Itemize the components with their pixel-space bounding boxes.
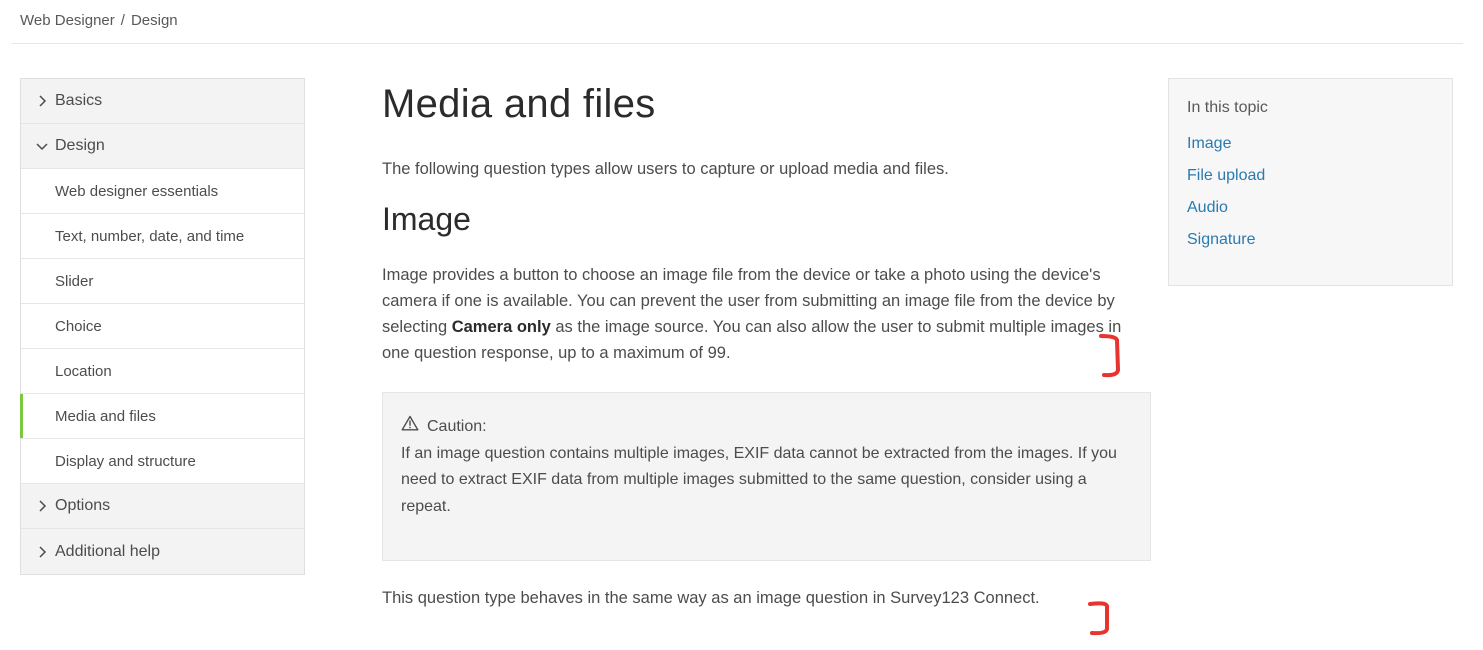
toc-link-file-upload[interactable]: File upload bbox=[1187, 167, 1434, 185]
sidebar-item-display-and-structure[interactable]: Display and structure bbox=[21, 439, 304, 484]
section-title-image: Image bbox=[382, 201, 471, 237]
camera-only-term: Camera only bbox=[451, 318, 551, 336]
breadcrumb-link-web-designer[interactable]: Web Designer bbox=[20, 12, 115, 29]
sidebar-item-label: Design bbox=[55, 137, 105, 154]
chevron-down-icon bbox=[33, 137, 51, 155]
sidebar-item-label: Text, number, date, and time bbox=[55, 227, 245, 245]
sidebar-item-location[interactable]: Location bbox=[21, 349, 304, 394]
toc-link-image[interactable]: Image bbox=[1187, 135, 1434, 153]
in-this-topic-panel: In this topic Image File upload Audio Si… bbox=[1168, 78, 1453, 286]
sidebar-item-design[interactable]: Design bbox=[21, 124, 304, 169]
sidebar-item-options[interactable]: Options bbox=[21, 484, 304, 529]
sidebar-item-label: Media and files bbox=[55, 407, 156, 425]
survey123-note: This question type behaves in the same w… bbox=[382, 589, 1040, 607]
caution-note: Caution: If an image question contains m… bbox=[382, 392, 1151, 561]
sidebar-item-web-designer-essentials[interactable]: Web designer essentials bbox=[21, 169, 304, 214]
intro-text: The following question types allow users… bbox=[382, 160, 949, 178]
breadcrumb-separator: / bbox=[120, 12, 125, 29]
sidebar-item-label: Web designer essentials bbox=[55, 182, 219, 200]
chevron-right-icon bbox=[33, 497, 51, 515]
chevron-right-icon bbox=[33, 543, 51, 561]
caution-text: If an image question contains multiple i… bbox=[401, 444, 1117, 515]
sidebar-item-label: Additional help bbox=[55, 542, 160, 560]
breadcrumb: Web Designer / Design bbox=[20, 12, 178, 29]
breadcrumb-link-design[interactable]: Design bbox=[131, 12, 178, 29]
toc-link-audio[interactable]: Audio bbox=[1187, 199, 1434, 217]
toc-title: In this topic bbox=[1187, 99, 1268, 116]
page-title: Media and files bbox=[382, 82, 656, 126]
sidebar-item-media-and-files[interactable]: Media and files bbox=[20, 394, 304, 439]
sidebar-item-label: Display and structure bbox=[55, 452, 196, 470]
caution-header: Caution: bbox=[401, 414, 1132, 441]
sidebar-item-label: Choice bbox=[55, 317, 102, 335]
sidebar-nav: Basics Design Web designer essentials Te… bbox=[20, 78, 305, 575]
main-content: Media and files The following question t… bbox=[382, 78, 1152, 608]
warning-icon bbox=[401, 414, 419, 441]
sidebar-item-slider[interactable]: Slider bbox=[21, 259, 304, 304]
sidebar-item-label: Slider bbox=[55, 272, 94, 290]
sidebar-item-label: Options bbox=[55, 497, 111, 514]
sidebar-item-choice[interactable]: Choice bbox=[21, 304, 304, 349]
sidebar-item-label: Basics bbox=[55, 92, 103, 109]
image-description: Image provides a button to choose an ima… bbox=[382, 262, 1150, 366]
sidebar-item-label: Location bbox=[55, 362, 112, 380]
chevron-right-icon bbox=[33, 92, 51, 110]
annotation-bracket-top bbox=[1099, 334, 1121, 378]
sidebar-item-text-number-date-time[interactable]: Text, number, date, and time bbox=[21, 214, 304, 259]
annotation-bracket-bottom bbox=[1088, 601, 1109, 636]
sidebar-item-basics[interactable]: Basics bbox=[21, 79, 304, 124]
header-divider bbox=[12, 43, 1463, 44]
sidebar-item-additional-help[interactable]: Additional help bbox=[21, 529, 304, 574]
toc-link-signature[interactable]: Signature bbox=[1187, 231, 1434, 249]
caution-title: Caution: bbox=[427, 418, 487, 435]
